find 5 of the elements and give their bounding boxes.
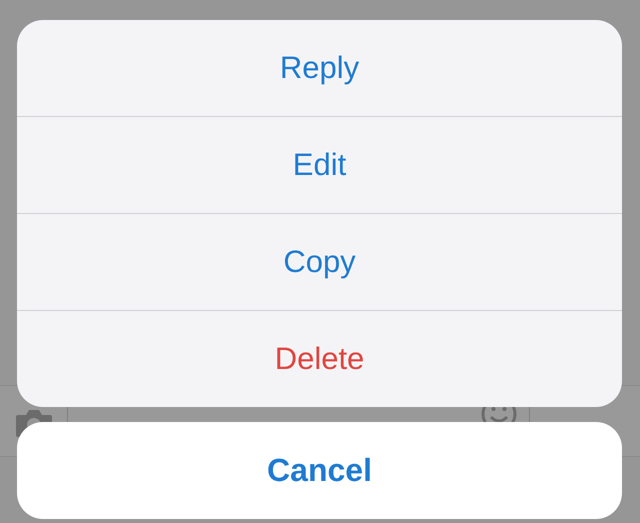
action-button[interactable]: Reply <box>17 20 622 116</box>
action-button[interactable]: Copy <box>17 213 622 310</box>
action-button[interactable]: Delete <box>17 310 622 407</box>
action-button[interactable]: Edit <box>17 116 622 213</box>
cancel-button[interactable]: Cancel <box>17 422 622 519</box>
